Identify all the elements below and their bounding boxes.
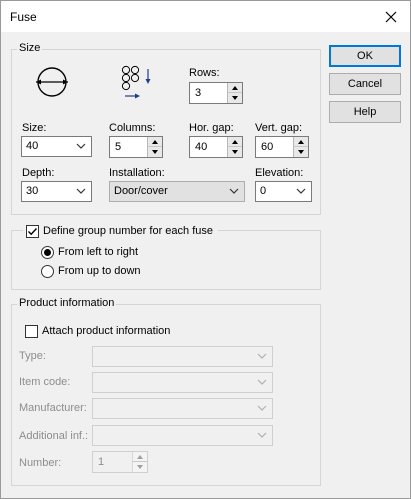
ok-button[interactable]: OK — [329, 45, 401, 67]
vert-gap-label: Vert. gap: — [255, 122, 303, 134]
radio-up-to-down-label[interactable]: From up to down — [58, 265, 141, 277]
rows-stepper[interactable]: 3 — [189, 82, 243, 104]
size-value: 40 — [26, 140, 39, 152]
chevron-down-icon — [76, 143, 86, 149]
group-number-group — [11, 230, 321, 290]
radio-left-to-right[interactable] — [41, 246, 54, 259]
hor-gap-stepper[interactable]: 40 — [189, 136, 243, 158]
vert-gap-value: 60 — [261, 141, 274, 153]
manufacturer-select[interactable] — [92, 398, 273, 419]
columns-decrement-button[interactable] — [147, 147, 162, 157]
elevation-label: Elevation: — [255, 167, 304, 179]
item-code-label: Item code: — [19, 376, 71, 388]
chevron-down-icon — [257, 405, 267, 411]
number-increment-button[interactable] — [132, 452, 147, 462]
radio-left-to-right-label[interactable]: From left to right — [58, 246, 138, 258]
help-button[interactable]: Help — [329, 101, 401, 123]
hor-gap-value: 40 — [195, 141, 208, 153]
rows-label: Rows: — [189, 67, 220, 79]
chevron-down-icon — [257, 353, 267, 359]
elevation-value: 0 — [260, 185, 267, 197]
additional-inf-select[interactable] — [92, 425, 273, 446]
fuse-dialog: Fuse OK Cancel Help Size Rows: 3 Size: C… — [0, 0, 411, 499]
chevron-down-icon — [257, 432, 267, 438]
define-group-number-label[interactable]: Define group number for each fuse — [43, 225, 213, 237]
define-group-number-checkbox[interactable] — [26, 225, 39, 238]
attach-product-info-checkbox[interactable] — [25, 325, 38, 338]
rows-decrement-button[interactable] — [227, 93, 242, 103]
check-icon — [28, 228, 38, 236]
columns-label: Columns: — [109, 122, 156, 134]
type-label: Type: — [19, 350, 46, 362]
attach-product-info-label[interactable]: Attach product information — [42, 325, 170, 337]
size-label: Size: — [22, 122, 47, 134]
item-code-select[interactable] — [92, 372, 273, 393]
vert-gap-decrement-button[interactable] — [293, 147, 308, 157]
vert-gap-stepper[interactable]: 60 — [255, 136, 309, 158]
chevron-down-icon — [257, 379, 267, 385]
depth-select[interactable]: 30 — [21, 181, 92, 202]
rows-value: 3 — [195, 87, 202, 99]
size-group-legend: Size — [17, 42, 43, 54]
number-value: 1 — [98, 456, 105, 468]
chevron-down-icon — [229, 188, 239, 194]
radio-up-to-down[interactable] — [41, 265, 54, 278]
hor-gap-increment-button[interactable] — [227, 137, 242, 147]
cancel-button[interactable]: Cancel — [329, 73, 401, 95]
chevron-down-icon — [76, 188, 86, 194]
grid-order-icon — [121, 65, 151, 99]
depth-value: 30 — [26, 185, 39, 197]
elevation-select[interactable]: 0 — [255, 181, 312, 202]
title-bar: Fuse — [1, 1, 410, 32]
number-stepper[interactable]: 1 — [92, 451, 148, 473]
manufacturer-label: Manufacturer: — [19, 402, 87, 414]
number-label: Number: — [19, 457, 62, 469]
installation-value: Door/cover — [114, 185, 168, 197]
type-select[interactable] — [92, 346, 273, 367]
columns-increment-button[interactable] — [147, 137, 162, 147]
window-title: Fuse — [10, 10, 37, 24]
fuse-symbol-icon — [36, 67, 68, 97]
depth-label: Depth: — [22, 167, 55, 179]
vert-gap-increment-button[interactable] — [293, 137, 308, 147]
close-icon — [385, 11, 397, 23]
product-info-legend: Product information — [17, 297, 117, 309]
additional-inf-label: Additional inf.: — [19, 430, 89, 442]
columns-value: 5 — [115, 141, 122, 153]
size-select[interactable]: 40 — [21, 136, 92, 157]
installation-select[interactable]: Door/cover — [109, 181, 245, 202]
hor-gap-decrement-button[interactable] — [227, 147, 242, 157]
rows-increment-button[interactable] — [227, 83, 242, 93]
columns-stepper[interactable]: 5 — [109, 136, 163, 158]
installation-label: Installation: — [109, 167, 165, 179]
chevron-down-icon — [296, 188, 306, 194]
close-button[interactable] — [378, 5, 404, 29]
hor-gap-label: Hor. gap: — [189, 122, 234, 134]
number-decrement-button[interactable] — [132, 462, 147, 472]
